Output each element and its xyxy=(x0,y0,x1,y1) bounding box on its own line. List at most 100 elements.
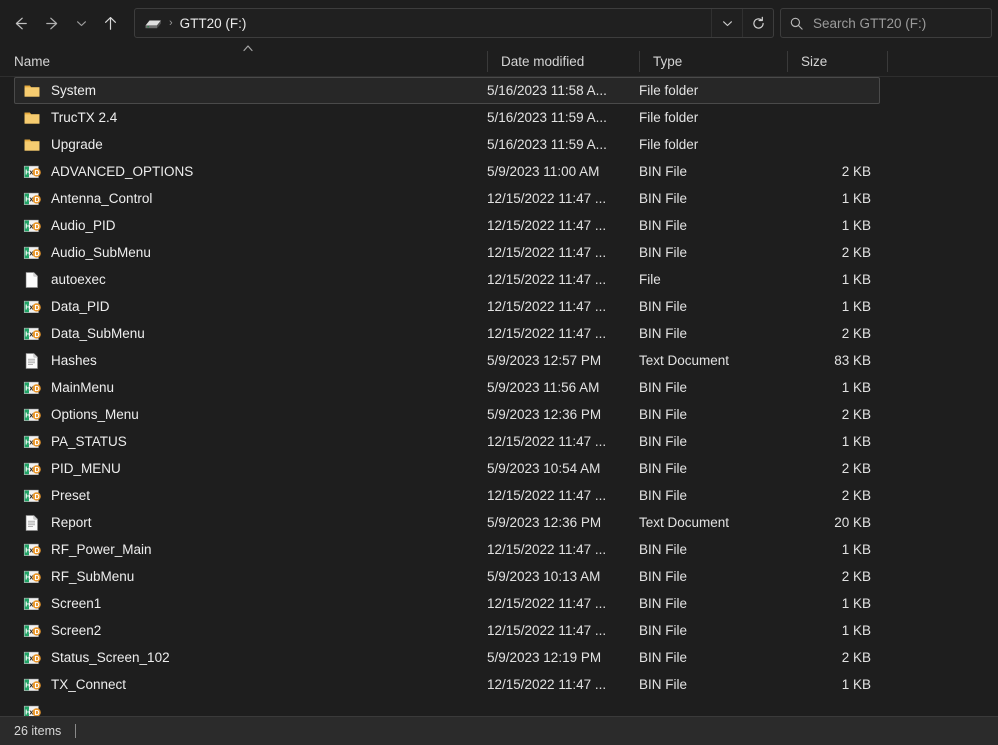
hxd-bin-icon: HxD xyxy=(23,406,41,424)
file-size-cell: 83 KB xyxy=(834,353,871,368)
file-size-cell: 2 KB xyxy=(841,650,871,665)
file-name-cell: Hx D Antenna_Control xyxy=(15,190,487,208)
file-row[interactable]: Hx D Screen2 12/15/2022 11:47 ... BIN File 1 … xyxy=(14,617,880,644)
file-name-cell: autoexec xyxy=(15,271,487,289)
file-row[interactable]: Hx D Data_SubMenu 12/15/2022 11:47 ... BIN F… xyxy=(14,320,880,347)
file-size-cell: 2 KB xyxy=(841,461,871,476)
file-type-cell: BIN File xyxy=(639,596,688,611)
svg-text:D: D xyxy=(35,170,40,177)
hxd-bin-icon: HxD xyxy=(23,163,41,181)
column-header-name[interactable]: Name xyxy=(0,44,487,77)
file-type-cell: BIN File xyxy=(639,542,688,557)
hxd-bin-icon: HxD xyxy=(23,298,41,316)
file-row[interactable]: HxD xyxy=(14,698,880,716)
file-date-cell: 5/9/2023 12:57 PM xyxy=(487,353,602,368)
file-date-cell: 12/15/2022 11:47 ... xyxy=(487,488,607,503)
file-date-cell: 12/15/2022 11:47 ... xyxy=(487,191,607,206)
hxd-bin-icon: HxD xyxy=(23,595,41,613)
file-name-label: MainMenu xyxy=(51,380,115,395)
file-row[interactable]: Hx D Audio_PID 12/15/2022 11:47 ... BIN File… xyxy=(14,212,880,239)
file-name-label: RF_Power_Main xyxy=(51,542,152,557)
svg-text:D: D xyxy=(35,332,40,339)
file-row[interactable]: Hx D MainMenu 5/9/2023 11:56 AM BIN File 1 KB xyxy=(14,374,880,401)
svg-text:D: D xyxy=(35,575,40,582)
file-explorer-window: › GTT20 (F:) Search GTT20 (F:) Name Date… xyxy=(0,0,998,745)
file-name-label: Preset xyxy=(51,488,91,503)
file-row[interactable]: Hx D Screen1 12/15/2022 11:47 ... BIN File 1 … xyxy=(14,590,880,617)
file-date-cell: 12/15/2022 11:47 ... xyxy=(487,326,607,341)
forward-button[interactable] xyxy=(36,7,68,39)
file-date-cell: 5/9/2023 12:19 PM xyxy=(487,650,602,665)
file-name-label: PID_MENU xyxy=(51,461,121,476)
search-box[interactable]: Search GTT20 (F:) xyxy=(780,8,992,38)
file-size-cell: 1 KB xyxy=(841,299,871,314)
file-date-cell: 12/15/2022 11:47 ... xyxy=(487,245,607,260)
file-list[interactable]: System 5/16/2023 11:58 A... File folder Tru… xyxy=(0,77,998,716)
up-button[interactable] xyxy=(94,7,126,39)
file-type-cell: File xyxy=(639,272,661,287)
search-input[interactable]: Search GTT20 (F:) xyxy=(813,16,926,31)
file-row[interactable]: Hx D Data_PID 12/15/2022 11:47 ... BIN File 1… xyxy=(14,293,880,320)
breadcrumb-current-folder[interactable]: GTT20 (F:) xyxy=(180,16,711,31)
file-size-cell: 1 KB xyxy=(841,272,871,287)
file-type-cell: BIN File xyxy=(639,650,688,665)
back-button[interactable] xyxy=(4,7,36,39)
file-date-cell: 12/15/2022 11:47 ... xyxy=(487,677,607,692)
file-row[interactable]: Hx D RF_SubMenu 5/9/2023 10:13 AM BIN File 2 … xyxy=(14,563,880,590)
file-type-cell: BIN File xyxy=(639,623,688,638)
recent-locations-button[interactable] xyxy=(68,7,94,39)
file-size-cell: 1 KB xyxy=(841,191,871,206)
file-type-cell: BIN File xyxy=(639,380,688,395)
file-row[interactable]: Hx D PID_MENU 5/9/2023 10:54 AM BIN File 2 KB xyxy=(14,455,880,482)
file-row[interactable]: Hx D Options_Menu 5/9/2023 12:36 PM BIN File… xyxy=(14,401,880,428)
file-date-cell: 12/15/2022 11:47 ... xyxy=(487,218,607,233)
file-type-cell: BIN File xyxy=(639,407,688,422)
hxd-bin-icon: HxD xyxy=(23,676,41,694)
file-row[interactable]: Report 5/9/2023 12:36 PM Text Document 20 K… xyxy=(14,509,880,536)
address-dropdown-button[interactable] xyxy=(711,9,742,37)
file-date-cell: 5/16/2023 11:58 A... xyxy=(487,83,607,98)
file-date-cell: 12/15/2022 11:47 ... xyxy=(487,542,607,557)
file-row[interactable]: Hx D Audio_SubMenu 12/15/2022 11:47 ... BIN … xyxy=(14,239,880,266)
folder-icon xyxy=(23,109,41,127)
file-row[interactable]: Hashes 5/9/2023 12:57 PM Text Document 83 K… xyxy=(14,347,880,374)
svg-text:D: D xyxy=(35,413,40,420)
file-row[interactable]: Hx D TX_Connect 12/15/2022 11:47 ... BIN Fil… xyxy=(14,671,880,698)
file-size-cell: 20 KB xyxy=(834,515,871,530)
hxd-bin-icon: HxD xyxy=(23,244,41,262)
hxd-bin-icon: HxD xyxy=(23,703,41,716)
file-row[interactable]: Hx D Preset 12/15/2022 11:47 ... BIN File 2 K… xyxy=(14,482,880,509)
file-name-label: Data_SubMenu xyxy=(51,326,145,341)
file-row[interactable]: Hx D Antenna_Control 12/15/2022 11:47 ... BI… xyxy=(14,185,880,212)
search-icon xyxy=(789,16,804,31)
file-row[interactable]: Hx D ADVANCED_OPTIONS 5/9/2023 11:00 AM BIN … xyxy=(14,158,880,185)
file-name-cell: Hx D RF_SubMenu xyxy=(15,568,487,586)
column-header-type[interactable]: Type xyxy=(639,46,787,77)
file-type-cell: BIN File xyxy=(639,218,688,233)
column-header-date-modified[interactable]: Date modified xyxy=(487,46,639,77)
refresh-button[interactable] xyxy=(742,9,773,37)
file-type-cell: BIN File xyxy=(639,245,688,260)
file-date-cell: 12/15/2022 11:47 ... xyxy=(487,434,607,449)
file-row[interactable]: Hx D PA_STATUS 12/15/2022 11:47 ... BIN File… xyxy=(14,428,880,455)
file-row[interactable]: System 5/16/2023 11:58 A... File folder xyxy=(14,77,880,104)
file-row[interactable]: autoexec 12/15/2022 11:47 ... File 1 KB xyxy=(14,266,880,293)
navigation-toolbar: › GTT20 (F:) Search GTT20 (F:) xyxy=(0,0,998,46)
file-name-label: Report xyxy=(51,515,92,530)
file-row[interactable]: Hx D RF_Power_Main 12/15/2022 11:47 ... BIN … xyxy=(14,536,880,563)
file-type-cell: BIN File xyxy=(639,488,688,503)
hxd-bin-icon: HxD xyxy=(23,379,41,397)
up-arrow-icon xyxy=(104,16,116,30)
file-name-label: RF_SubMenu xyxy=(51,569,135,584)
file-row[interactable]: Hx D Status_Screen_102 5/9/2023 12:19 PM BIN… xyxy=(14,644,880,671)
file-date-cell: 5/9/2023 12:36 PM xyxy=(487,407,602,422)
file-name-cell: Hx D Preset xyxy=(15,487,487,505)
address-bar[interactable]: › GTT20 (F:) xyxy=(134,8,774,38)
file-name-cell: Hx D MainMenu xyxy=(15,379,487,397)
file-row[interactable]: Upgrade 5/16/2023 11:59 A... File folder xyxy=(14,131,880,158)
column-header-size[interactable]: Size xyxy=(787,46,887,77)
file-name-label: Status_Screen_102 xyxy=(51,650,170,665)
column-header-spacer xyxy=(887,46,967,77)
file-row[interactable]: TrucTX 2.4 5/16/2023 11:59 A... File folde… xyxy=(14,104,880,131)
svg-text:D: D xyxy=(35,656,40,663)
